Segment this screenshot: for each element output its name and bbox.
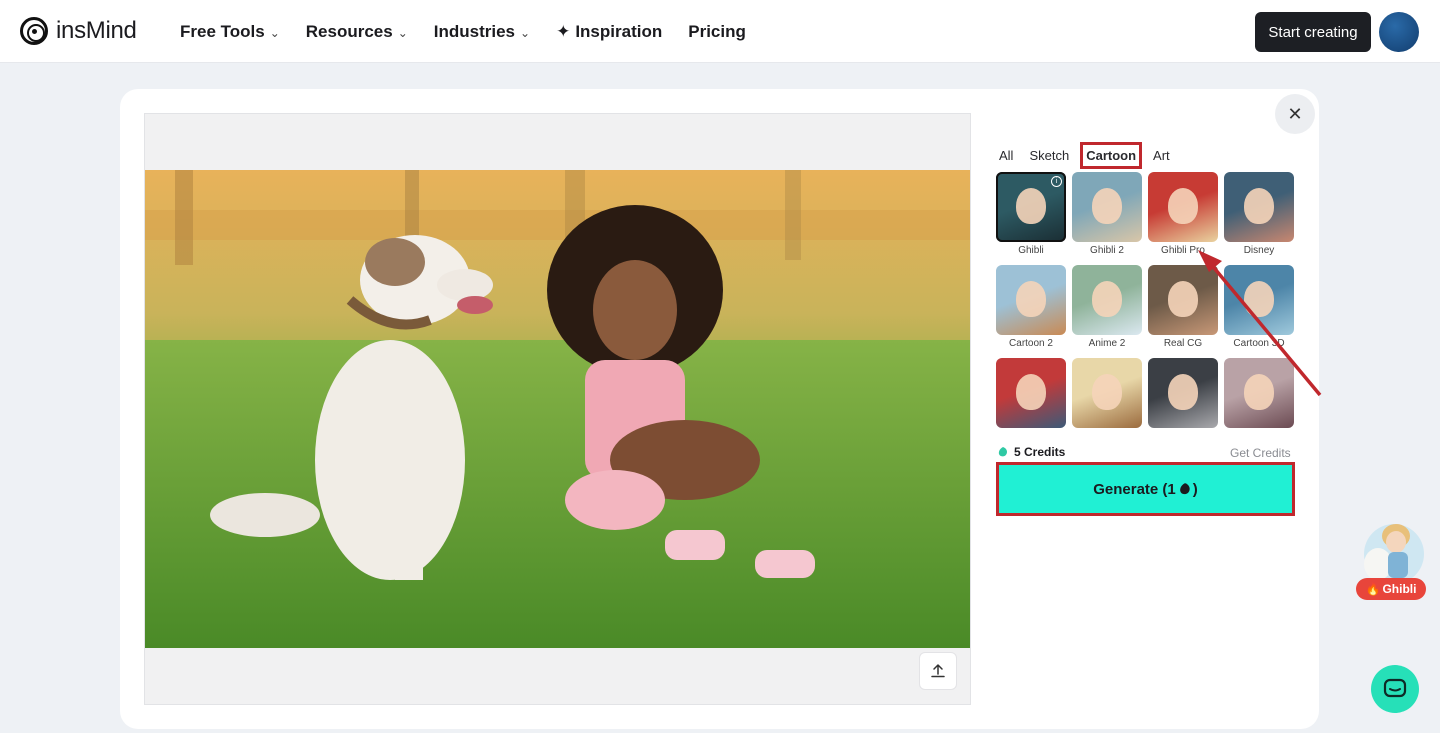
style-name: Cartoon 3D [1233, 338, 1285, 349]
uploaded-photo [145, 170, 970, 648]
style-option[interactable]: Game CG [1148, 358, 1218, 430]
portrait-shape [1092, 374, 1122, 410]
style-option[interactable]: Disney [1224, 172, 1294, 256]
portrait-shape [1092, 188, 1122, 224]
top-header: insMind Free Tools ⌄ Resources ⌄ Industr… [0, 0, 1440, 63]
style-name: Disney [1243, 245, 1275, 256]
tab-all[interactable]: All [994, 144, 1018, 167]
style-option[interactable]: Ghibli Pro [1148, 172, 1218, 256]
portrait-shape [1244, 281, 1274, 317]
ghibli-character-image [1364, 524, 1424, 584]
style-category-tabs: All Sketch Cartoon Art [994, 141, 1181, 169]
nav-label: Pricing [688, 21, 746, 41]
close-button[interactable]: ✕ [1275, 94, 1315, 134]
credit-icon [1179, 483, 1190, 495]
user-avatar[interactable] [1379, 12, 1419, 52]
upload-icon [931, 663, 945, 678]
photo-illustration [145, 170, 970, 648]
style-thumbnail [1224, 265, 1294, 335]
close-icon: ✕ [1287, 103, 1303, 124]
style-thumbnail [1148, 358, 1218, 428]
chevron-down-icon: ⌄ [397, 25, 408, 40]
chevron-down-icon: ⌄ [520, 25, 531, 40]
style-name: Anime 2 [1088, 338, 1126, 349]
nav-resources[interactable]: Resources ⌄ [306, 22, 408, 42]
style-option[interactable]: Real CG [1148, 265, 1218, 349]
style-name: Real CG [1163, 338, 1203, 349]
style-name: Ghibli [1018, 245, 1044, 256]
tab-art[interactable]: Art [1148, 144, 1175, 167]
start-creating-button[interactable]: Start creating [1255, 12, 1371, 52]
style-thumbnail [1148, 265, 1218, 335]
ai-cartoon-modal: ✕ All Sketch Cartoon Art i Ghibli Ghibli… [120, 89, 1319, 729]
nav-free-tools[interactable]: Free Tools ⌄ [180, 22, 280, 42]
style-option[interactable]: Anime 3 [996, 358, 1066, 430]
logo-icon [20, 17, 48, 45]
style-thumbnail [1072, 265, 1142, 335]
style-option[interactable]: Cartoon 3D [1224, 265, 1294, 349]
style-thumbnail [996, 358, 1066, 428]
portrait-shape [1168, 281, 1198, 317]
style-thumbnail: i [996, 172, 1066, 242]
style-option[interactable]: Anime 1 [1224, 358, 1294, 430]
style-name: Cartoon 2 [1009, 338, 1053, 349]
generate-button[interactable]: Generate (1 ) [996, 462, 1295, 516]
fire-icon: 🔥 [1365, 582, 1381, 596]
style-option[interactable]: Pixel [1072, 358, 1142, 430]
upload-button[interactable] [919, 652, 957, 690]
logo[interactable]: insMind [20, 17, 137, 45]
style-option[interactable]: Cartoon 2 [996, 265, 1066, 349]
ghibli-badge: 🔥 Ghibli [1356, 578, 1426, 600]
main-nav: Free Tools ⌄ Resources ⌄ Industries ⌄ ✦ … [180, 0, 746, 63]
nav-label: Inspiration [575, 21, 663, 41]
ghibli-badge-label: Ghibli [1382, 582, 1417, 596]
style-thumbnail [1224, 358, 1294, 428]
nav-pricing[interactable]: Pricing [688, 22, 746, 42]
tab-cartoon[interactable]: Cartoon [1080, 141, 1143, 169]
portrait-shape [1092, 281, 1122, 317]
style-name: Ghibli 2 [1090, 245, 1124, 256]
style-thumbnail [1072, 358, 1142, 428]
credit-icon [998, 447, 1008, 457]
credits-balance: 5 Credits [997, 445, 1065, 459]
chat-button[interactable] [1371, 665, 1419, 713]
get-credits-link[interactable]: Get Credits [1230, 446, 1291, 460]
generate-label: Generate (1 [1093, 480, 1176, 498]
style-name: Ghibli Pro [1161, 245, 1205, 256]
nav-label: Free Tools [180, 21, 265, 41]
portrait-shape [1016, 188, 1046, 224]
sparkle-icon: ✦ [556, 21, 571, 41]
image-preview [144, 113, 971, 705]
chat-icon [1383, 678, 1407, 698]
info-icon[interactable]: i [1051, 176, 1062, 187]
style-grid: i Ghibli Ghibli 2 Ghibli Pro Disney Cartoon 2… [996, 172, 1296, 430]
portrait-shape [1244, 374, 1274, 410]
portrait-shape [1168, 188, 1198, 224]
style-option[interactable]: i Ghibli [996, 172, 1066, 256]
portrait-shape [1016, 374, 1046, 410]
generate-suffix: ) [1192, 480, 1198, 498]
portrait-shape [1244, 188, 1274, 224]
style-option[interactable]: Ghibli 2 [1072, 172, 1142, 256]
nav-label: Industries [433, 21, 516, 41]
style-thumbnail [996, 265, 1066, 335]
nav-industries[interactable]: Industries ⌄ [434, 22, 530, 42]
style-thumbnail [1072, 172, 1142, 242]
logo-text: insMind [56, 17, 137, 44]
tab-sketch[interactable]: Sketch [1024, 144, 1074, 167]
credits-label: 5 Credits [1014, 445, 1066, 459]
chevron-down-icon: ⌄ [269, 25, 280, 40]
nav-label: Resources [305, 21, 393, 41]
nav-inspiration[interactable]: ✦ Inspiration [556, 22, 662, 42]
ghibli-promo[interactable]: 🔥 Ghibli [1354, 516, 1428, 602]
style-option[interactable]: Anime 2 [1072, 265, 1142, 349]
style-thumbnail [1148, 172, 1218, 242]
portrait-shape [1168, 374, 1198, 410]
style-thumbnail [1224, 172, 1294, 242]
portrait-shape [1016, 281, 1046, 317]
